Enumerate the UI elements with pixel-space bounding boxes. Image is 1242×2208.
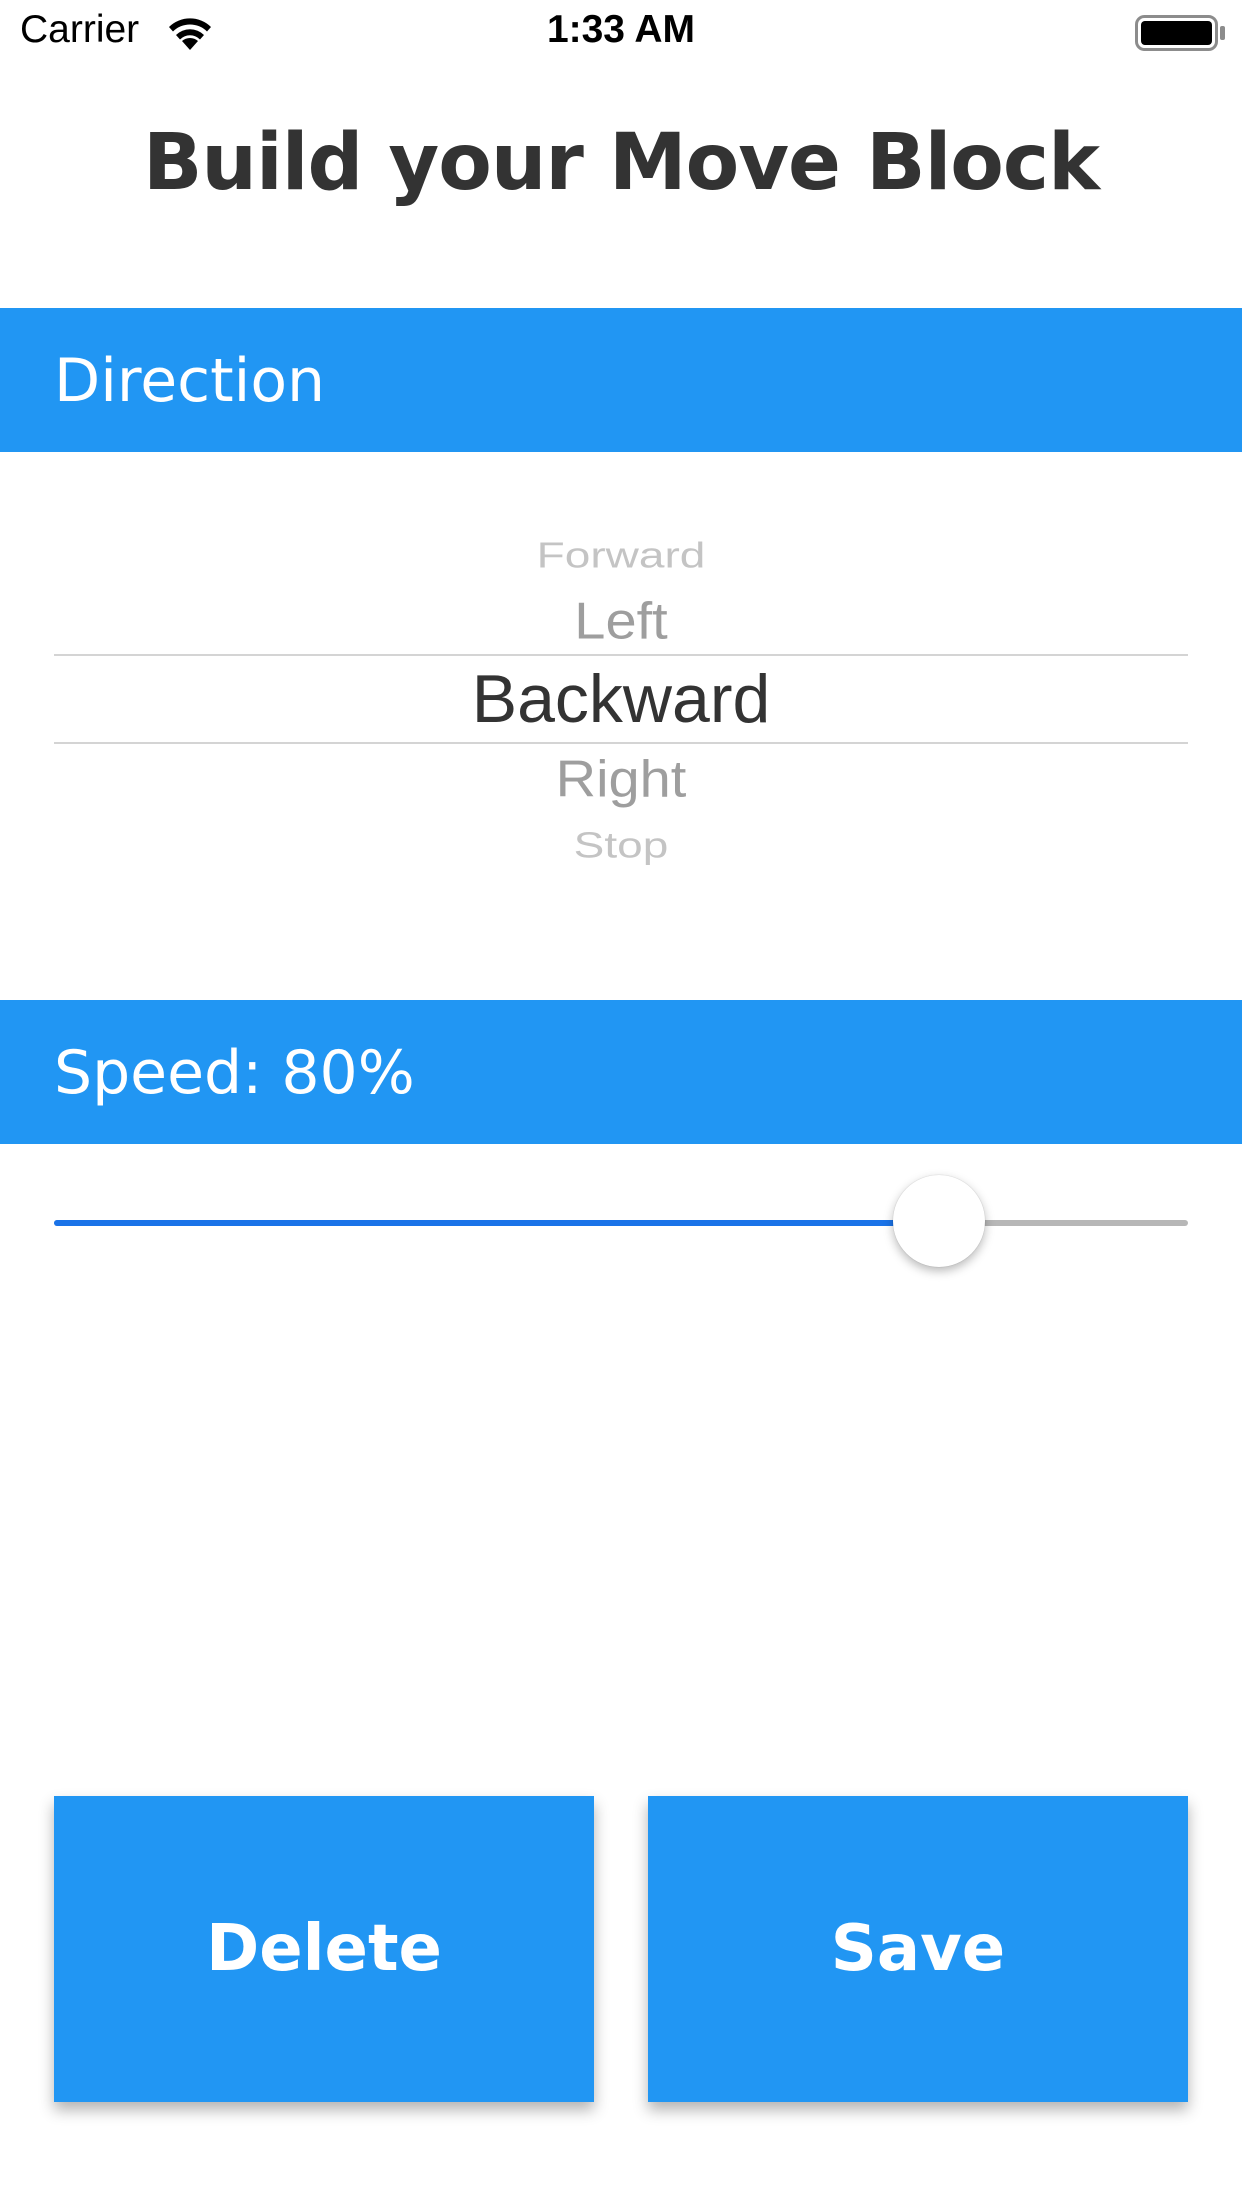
picker-selection-top-divider: [54, 654, 1188, 656]
speed-header: Speed: 80%: [0, 1000, 1242, 1144]
save-button[interactable]: Save: [648, 1796, 1188, 2102]
picker-selection-bottom-divider: [54, 742, 1188, 744]
direction-header-label: Direction: [54, 346, 326, 416]
picker-option-stop[interactable]: Stop: [54, 824, 1188, 866]
status-time: 1:33 AM: [546, 8, 696, 51]
picker-option-forward[interactable]: Forward: [54, 534, 1188, 576]
picker-option-right[interactable]: Right: [54, 749, 1188, 809]
picker-option-backward-selected[interactable]: Backward: [54, 660, 1188, 738]
speed-slider-fill: [54, 1220, 939, 1226]
speed-slider[interactable]: [54, 1172, 1188, 1272]
direction-picker[interactable]: Forward Left Backward Right Stop: [54, 500, 1188, 900]
picker-option-left[interactable]: Left: [54, 591, 1188, 651]
page-title: Build your Move Block: [142, 118, 1100, 208]
speed-header-label: Speed: 80%: [54, 1038, 415, 1108]
delete-button[interactable]: Delete: [54, 1796, 594, 2102]
status-bar: Carrier 1:33 AM: [0, 0, 1242, 68]
speed-slider-thumb[interactable]: [893, 1175, 985, 1267]
battery-icon: [1135, 15, 1227, 51]
direction-header: Direction: [0, 308, 1242, 452]
